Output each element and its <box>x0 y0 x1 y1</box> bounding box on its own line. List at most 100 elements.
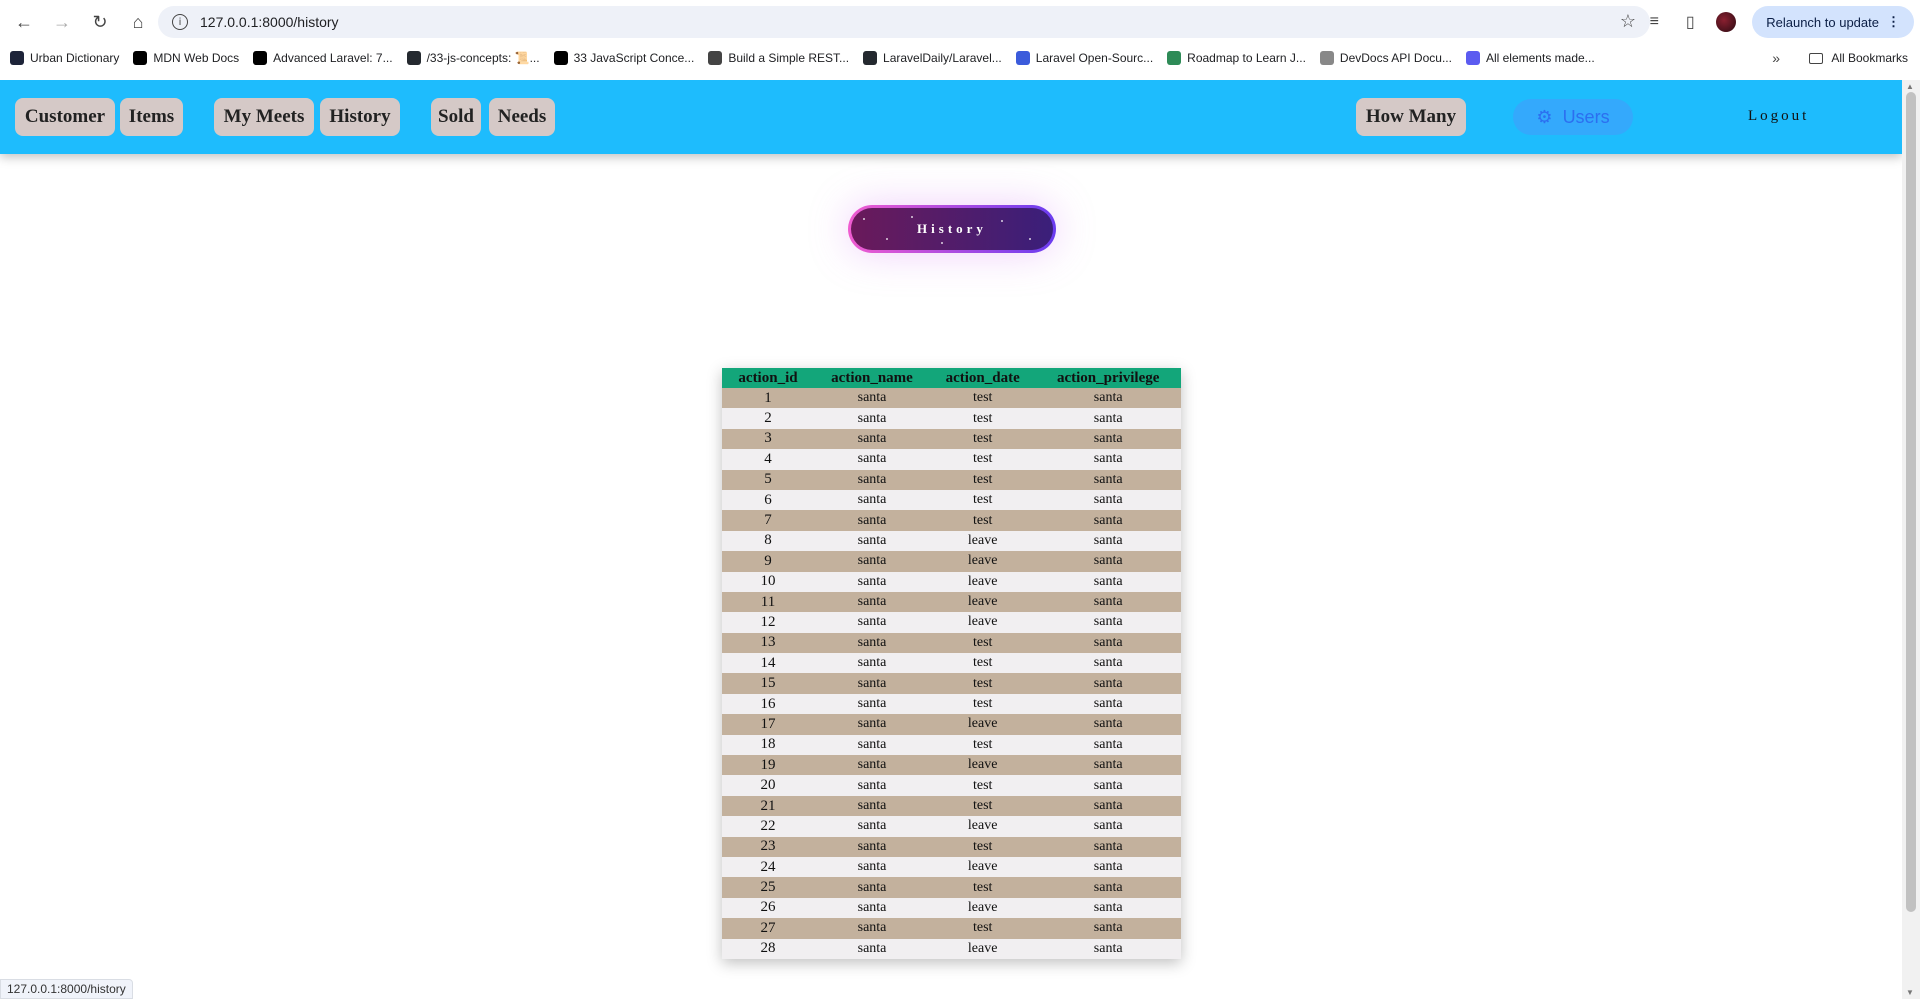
table-cell: test <box>930 428 1036 450</box>
table-cell: 12 <box>722 612 814 633</box>
bookmark-item[interactable]: /33-js-concepts: 📜... <box>406 51 540 65</box>
bookmark-label: LaravelDaily/Laravel... <box>883 51 1002 65</box>
table-cell: 13 <box>722 632 814 654</box>
table-cell: test <box>930 877 1036 898</box>
table-row: 20 santa test santa <box>722 775 1181 796</box>
table-cell: santa <box>814 673 931 694</box>
table-cell: 8 <box>722 530 814 552</box>
table-cell: santa <box>1035 877 1181 898</box>
table-cell: test <box>930 734 1036 756</box>
bookmark-label: Build a Simple REST... <box>728 51 850 65</box>
table-cell: santa <box>1035 755 1181 776</box>
media-controls-icon[interactable]: ≡ <box>1636 4 1672 40</box>
table-cell: santa <box>1035 489 1181 511</box>
table-cell: santa <box>814 714 931 735</box>
table-cell: santa <box>1035 653 1181 674</box>
roadmap-icon <box>1167 51 1182 65</box>
bookmark-item[interactable]: 33 JavaScript Conce... <box>553 51 695 65</box>
table-row: 9 santa leave santa <box>722 551 1181 572</box>
table-cell: santa <box>1035 856 1181 878</box>
table-cell: santa <box>814 408 931 429</box>
nav-customer-button[interactable]: Customer <box>15 98 115 136</box>
bookmark-item[interactable]: LaravelDaily/Laravel... <box>863 51 1002 65</box>
table-cell: santa <box>814 591 931 613</box>
table-row: 28 santa leave santa <box>722 938 1181 959</box>
table-cell: 6 <box>722 489 814 511</box>
forward-icon[interactable]: → <box>44 4 80 40</box>
profile-avatar[interactable] <box>1708 4 1744 40</box>
bookmark-item[interactable]: All elements made... <box>1465 51 1595 65</box>
table-cell: santa <box>1035 734 1181 756</box>
uiverse-icon <box>1465 51 1480 65</box>
site-info-icon[interactable]: i <box>172 14 188 30</box>
all-bookmarks-button[interactable]: All Bookmarks <box>1809 51 1908 65</box>
table-row: 12 santa leave santa <box>722 612 1181 633</box>
bookmark-label: DevDocs API Docu... <box>1339 51 1452 65</box>
page-scrollbar[interactable]: ▲ ▼ <box>1902 80 1920 999</box>
table-cell: santa <box>1035 408 1181 429</box>
table-cell: 5 <box>722 469 814 490</box>
top-navbar: Customer Items My Meets History Sold Nee… <box>0 80 1902 154</box>
bookmark-item[interactable]: Laravel Open-Sourc... <box>1015 51 1153 65</box>
nav-how-many-button[interactable]: How Many <box>1356 98 1466 136</box>
table-row: 16 santa test santa <box>722 693 1181 715</box>
table-cell: 26 <box>722 897 814 919</box>
home-icon[interactable]: ⌂ <box>120 4 156 40</box>
users-button[interactable]: ⚙ Users <box>1513 99 1633 135</box>
bookmark-item[interactable]: Roadmap to Learn J... <box>1167 51 1306 65</box>
bookmark-item[interactable]: DevDocs API Docu... <box>1319 51 1452 65</box>
nav-sold-button[interactable]: Sold <box>431 98 481 136</box>
table-cell: test <box>930 775 1036 796</box>
table-cell: test <box>930 693 1036 715</box>
table-cell: 25 <box>722 877 814 898</box>
bookmark-item[interactable]: Build a Simple REST... <box>708 51 849 65</box>
table-cell: santa <box>814 388 931 409</box>
table-cell: 14 <box>722 653 814 674</box>
logout-link[interactable]: Logout <box>1748 108 1809 125</box>
table-cell: santa <box>814 571 931 592</box>
history-heading-button[interactable]: History <box>848 205 1056 253</box>
address-bar[interactable]: i 127.0.0.1:8000/history ☆ <box>158 6 1650 38</box>
table-cell: test <box>930 489 1036 511</box>
more-menu-icon[interactable]: ⋮ <box>1887 14 1900 30</box>
browser-toolbar: ← → ↻ ⌂ i 127.0.0.1:8000/history ☆ ≡ ▯ R… <box>0 0 1920 44</box>
table-row: 22 santa leave santa <box>722 816 1181 837</box>
bookmark-item[interactable]: Urban Dictionary <box>10 51 119 65</box>
nav-items-button[interactable]: Items <box>120 98 183 136</box>
bookmarks-overflow-icon[interactable]: » <box>1772 50 1780 66</box>
table-cell: santa <box>1035 571 1181 592</box>
side-panel-icon[interactable]: ▯ <box>1672 4 1708 40</box>
bookmark-label: 33 JavaScript Conce... <box>573 51 695 65</box>
table-cell: leave <box>930 714 1036 735</box>
table-cell: santa <box>814 551 931 572</box>
scroll-down-icon[interactable]: ▼ <box>1906 988 1914 997</box>
reload-icon[interactable]: ↻ <box>82 4 118 40</box>
table-cell: 9 <box>722 551 814 572</box>
table-cell: 16 <box>722 693 814 715</box>
table-cell: santa <box>1035 795 1181 817</box>
table-cell: leave <box>930 755 1036 776</box>
nav-my-meets-button[interactable]: My Meets <box>214 98 314 136</box>
scrollbar-thumb[interactable] <box>1906 92 1916 912</box>
relaunch-button[interactable]: Relaunch to update ⋮ <box>1752 6 1914 38</box>
table-cell: santa <box>814 734 931 756</box>
bookmark-star-icon[interactable]: ☆ <box>1620 11 1636 32</box>
status-bar: 127.0.0.1:8000/history <box>0 979 133 999</box>
scroll-up-icon[interactable]: ▲ <box>1906 82 1914 91</box>
table-cell: santa <box>814 489 931 511</box>
table-cell: santa <box>1035 591 1181 613</box>
nav-needs-button[interactable]: Needs <box>489 98 555 136</box>
github-icon <box>406 51 421 65</box>
bookmark-label: Advanced Laravel: 7... <box>273 51 393 65</box>
bookmark-item[interactable]: Advanced Laravel: 7... <box>253 51 393 65</box>
table-cell: santa <box>1035 836 1181 857</box>
table-cell: santa <box>814 856 931 878</box>
all-bookmarks-label: All Bookmarks <box>1831 51 1908 65</box>
table-row: 24 santa leave santa <box>722 856 1181 878</box>
nav-history-button[interactable]: History <box>320 98 400 136</box>
column-header: action_name <box>814 368 931 388</box>
table-row: 6 santa test santa <box>722 489 1181 511</box>
back-icon[interactable]: ← <box>6 4 42 40</box>
bookmark-item[interactable]: MDN Web Docs <box>133 51 239 65</box>
table-cell: test <box>930 632 1036 654</box>
